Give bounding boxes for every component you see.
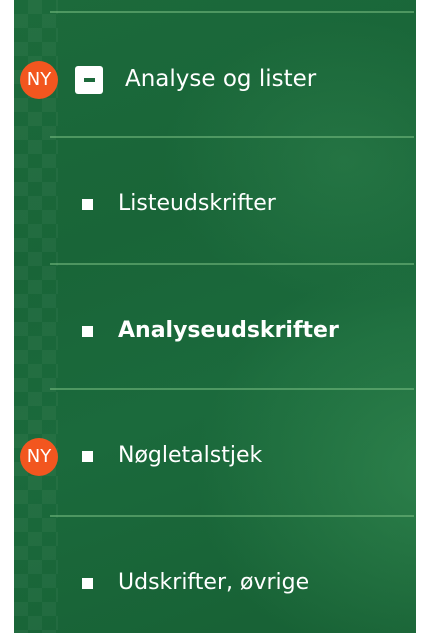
divider <box>50 11 414 13</box>
new-badge: NY <box>20 61 58 99</box>
menu-item-label-active: Analyseudskrifter <box>118 318 339 343</box>
bullet-icon <box>82 451 93 462</box>
bullet-icon <box>82 326 93 337</box>
bullet-icon <box>82 578 93 589</box>
bullet-icon <box>82 199 93 210</box>
menu-item-label: Udskrifter, øvrige <box>118 570 310 595</box>
menu-item-udskrifter-oevrige[interactable]: Udskrifter, øvrige <box>14 559 416 609</box>
new-badge: NY <box>20 438 58 476</box>
section-analyse-og-lister[interactable]: NY Analyse og lister <box>14 52 416 108</box>
minus-icon <box>84 78 95 82</box>
divider <box>50 388 414 390</box>
menu-frame: NY Analyse og lister Listeudskrifter Ana… <box>0 0 432 633</box>
menu-item-noegletalstjek[interactable]: NY Nøgletalstjek <box>14 430 416 484</box>
divider <box>50 515 414 517</box>
divider <box>50 263 414 265</box>
menu-item-label: Nøgletalstjek <box>118 443 263 468</box>
section-label: Analyse og lister <box>125 66 317 92</box>
collapse-icon[interactable] <box>75 66 103 94</box>
divider <box>50 136 414 138</box>
menu-item-label: Listeudskrifter <box>118 191 276 216</box>
menu-item-analyseudskrifter[interactable]: Analyseudskrifter <box>14 307 416 357</box>
menu-item-listeudskrifter[interactable]: Listeudskrifter <box>14 180 416 230</box>
